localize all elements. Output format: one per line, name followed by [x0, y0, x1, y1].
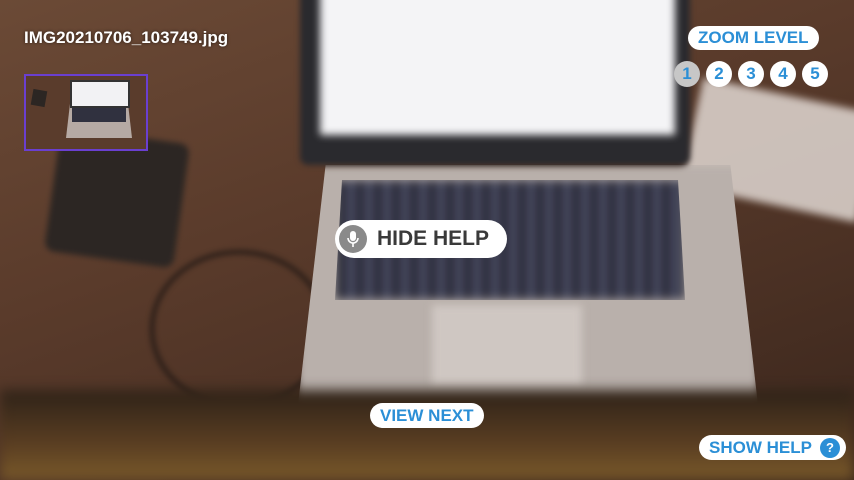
show-help-button[interactable]: SHOW HELP ?: [699, 435, 846, 460]
microphone-icon: [339, 225, 367, 253]
question-icon: ?: [819, 437, 840, 458]
zoom-level-2-button[interactable]: 2: [706, 61, 732, 87]
photo-laptop-trackpad: [432, 305, 582, 385]
zoom-level-3-button[interactable]: 3: [738, 61, 764, 87]
thumbnail-laptop-keyboard: [72, 106, 126, 122]
zoom-level-label: ZOOM LEVEL: [688, 26, 819, 50]
thumbnail-phone: [30, 88, 48, 108]
zoom-level-5-button[interactable]: 5: [802, 61, 828, 87]
image-thumbnail[interactable]: [24, 74, 148, 151]
show-help-label: SHOW HELP: [709, 437, 812, 457]
file-name: IMG20210706_103749.jpg: [24, 28, 229, 47]
image-viewer: IMG20210706_103749.jpg ZOOM LEVEL 1 2 3 …: [0, 0, 854, 480]
zoom-level-1-button[interactable]: 1: [674, 61, 700, 87]
photo-laptop-screen: [320, 0, 675, 135]
thumbnail-laptop-screen: [70, 80, 130, 108]
view-next-button[interactable]: VIEW NEXT: [370, 403, 484, 428]
zoom-level-selector: 1 2 3 4 5: [674, 61, 828, 87]
zoom-level-4-button[interactable]: 4: [770, 61, 796, 87]
hide-help-button[interactable]: HIDE HELP: [335, 220, 508, 258]
hide-help-label: HIDE HELP: [377, 227, 490, 250]
